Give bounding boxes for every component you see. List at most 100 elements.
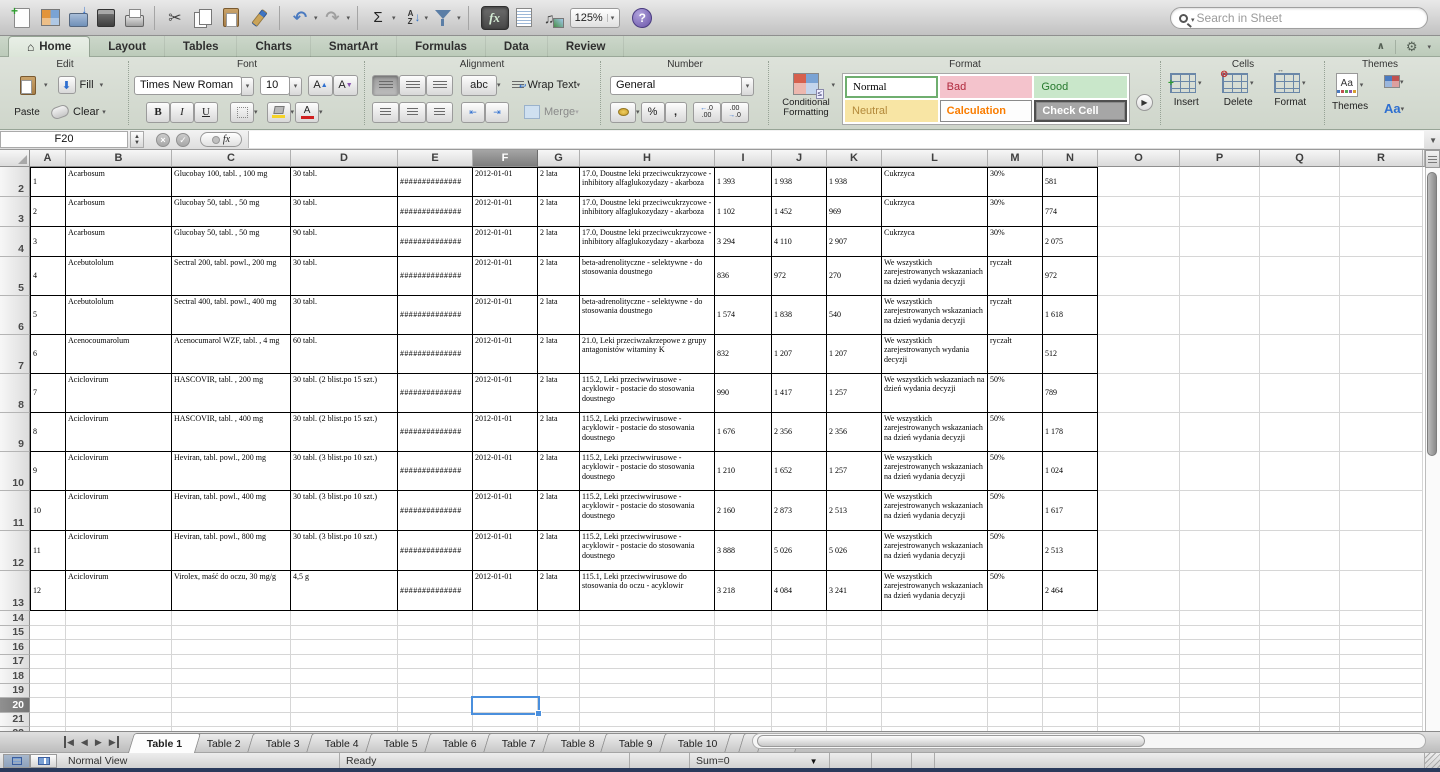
row-header-9[interactable]: 9: [0, 413, 30, 452]
cell-A12[interactable]: 11: [30, 531, 66, 571]
cell-M4[interactable]: 30%: [988, 227, 1043, 257]
cell-J9[interactable]: 2 356: [772, 413, 827, 452]
cell-I4[interactable]: 3 294: [715, 227, 772, 257]
filter-dropdown-icon[interactable]: ▾: [457, 14, 461, 22]
redo-icon[interactable]: [320, 5, 346, 31]
cell-C9[interactable]: HASCOVIR, tabl. , 400 mg: [172, 413, 291, 452]
column-header-G[interactable]: G: [538, 150, 580, 167]
cell-M5[interactable]: ryczałt: [988, 257, 1043, 296]
cell-J12[interactable]: 5 026: [772, 531, 827, 571]
cell-G6[interactable]: 2 lata: [538, 296, 580, 335]
cell-M13[interactable]: 50%: [988, 571, 1043, 611]
cell-G4[interactable]: 2 lata: [538, 227, 580, 257]
number-format-combo[interactable]: General▾: [610, 76, 742, 95]
cell-B7[interactable]: Acenocoumarolum: [66, 335, 172, 374]
cell-B4[interactable]: Acarbosum: [66, 227, 172, 257]
font-size-combo[interactable]: 10▾: [260, 76, 290, 95]
row-header-10[interactable]: 10: [0, 452, 30, 491]
cell-L6[interactable]: We wszystkich zarejestrowanych wskazania…: [882, 296, 988, 335]
cell-N4[interactable]: 2 075: [1043, 227, 1098, 257]
name-box-stepper[interactable]: ▲▼: [130, 131, 144, 148]
row-header-8[interactable]: 8: [0, 374, 30, 413]
cell-F10[interactable]: 2012-01-01: [473, 452, 538, 491]
orientation-dropdown-icon[interactable]: ▾: [497, 81, 501, 89]
cell-J13[interactable]: 4 084: [772, 571, 827, 611]
cell-C12[interactable]: Heviran, tabl. powl., 800 mg: [172, 531, 291, 571]
horizontal-scrollbar-thumb[interactable]: [757, 735, 1145, 747]
cell-D10[interactable]: 30 tabl. (3 blist.po 10 szt.): [291, 452, 398, 491]
ribbon-tab[interactable]: Layout: [90, 36, 165, 57]
cell-C8[interactable]: HASCOVIR, tabl. , 200 mg: [172, 374, 291, 413]
cell-F4[interactable]: 2012-01-01: [473, 227, 538, 257]
gear-dropdown-icon[interactable]: ▾: [1427, 43, 1431, 51]
ribbon-tab[interactable]: Formulas: [397, 36, 486, 57]
sum-dropdown-icon[interactable]: ▼: [810, 757, 818, 766]
cell-C10[interactable]: Heviran, tabl. powl., 200 mg: [172, 452, 291, 491]
cell-J5[interactable]: 972: [772, 257, 827, 296]
cell-style-swatch[interactable]: Bad: [940, 76, 1033, 98]
cell-G9[interactable]: 2 lata: [538, 413, 580, 452]
ribbon-tab[interactable]: SmartArt: [311, 36, 397, 57]
selected-cell-F20[interactable]: [471, 696, 540, 715]
formula-builder-icon[interactable]: [481, 6, 509, 30]
insert-function-button[interactable]: fx: [200, 132, 242, 147]
cell-E6[interactable]: ##############: [398, 296, 473, 335]
number-format-dropdown-icon[interactable]: ▾: [741, 77, 754, 96]
cell-L4[interactable]: Cukrzyca: [882, 227, 988, 257]
ribbon-tab[interactable]: Tables: [165, 36, 238, 57]
ribbon-tab[interactable]: ⌂ Home: [8, 36, 90, 57]
cell-style-swatch[interactable]: Calculation: [940, 100, 1033, 122]
align-bottom-button[interactable]: [426, 75, 453, 96]
cell-K12[interactable]: 5 026: [827, 531, 882, 571]
fill-icon[interactable]: ⬇: [58, 76, 76, 94]
normal-view-button[interactable]: [3, 754, 30, 768]
cell-F6[interactable]: 2012-01-01: [473, 296, 538, 335]
cell-A8[interactable]: 7: [30, 374, 66, 413]
grow-font-button[interactable]: A▲: [308, 75, 333, 96]
column-header-D[interactable]: D: [291, 150, 398, 167]
cell-I9[interactable]: 1 676: [715, 413, 772, 452]
cell-F13[interactable]: 2012-01-01: [473, 571, 538, 611]
cell-I3[interactable]: 1 102: [715, 197, 772, 227]
cell-I8[interactable]: 990: [715, 374, 772, 413]
cell-I13[interactable]: 3 218: [715, 571, 772, 611]
sum-indicator[interactable]: Sum=0▼: [690, 753, 830, 769]
cell-L11[interactable]: We wszystkich zarejestrowanych wskazania…: [882, 491, 988, 531]
cell-B12[interactable]: Aciclovirum: [66, 531, 172, 571]
cell-J7[interactable]: 1 207: [772, 335, 827, 374]
cell-F7[interactable]: 2012-01-01: [473, 335, 538, 374]
zoom-control[interactable]: 125% ▾: [570, 8, 621, 28]
cell-J11[interactable]: 2 873: [772, 491, 827, 531]
cell-A7[interactable]: 6: [30, 335, 66, 374]
cell-L2[interactable]: Cukrzyca: [882, 167, 988, 197]
column-header-J[interactable]: J: [772, 150, 827, 167]
gear-icon[interactable]: ⚙: [1406, 39, 1418, 55]
save-icon[interactable]: [93, 5, 119, 31]
cell-N3[interactable]: 774: [1043, 197, 1098, 227]
column-header-I[interactable]: I: [715, 150, 772, 167]
row-header-13[interactable]: 13: [0, 571, 30, 611]
cell-N9[interactable]: 1 178: [1043, 413, 1098, 452]
cell-H2[interactable]: 17.0, Doustne leki przeciwcukrzycowe - i…: [580, 167, 715, 197]
copy-icon[interactable]: [190, 5, 216, 31]
last-sheet-icon[interactable]: ▶: [109, 736, 119, 748]
row-header-5[interactable]: 5: [0, 257, 30, 296]
cell-L7[interactable]: We wszystkich zarejestrowanych wydania d…: [882, 335, 988, 374]
column-header-C[interactable]: C: [172, 150, 291, 167]
ribbon-tab[interactable]: Review: [548, 36, 625, 57]
decrease-decimal-button[interactable]: .00 →.0: [721, 102, 749, 123]
align-middle-button[interactable]: [399, 75, 426, 96]
delete-dropdown-icon[interactable]: ▾: [1250, 79, 1254, 87]
themes-button[interactable]: Aa ▾ Themes: [1332, 73, 1368, 112]
cell-H4[interactable]: 17.0, Doustne leki przeciwcukrzycowe - i…: [580, 227, 715, 257]
ribbon-tab[interactable]: Charts: [237, 36, 310, 57]
cell-K13[interactable]: 3 241: [827, 571, 882, 611]
workbook-gallery-icon[interactable]: [37, 5, 63, 31]
redo-dropdown-icon[interactable]: ▾: [347, 14, 351, 22]
cell-H12[interactable]: 115.2, Leki przeciwwirusowe - acyklowir …: [580, 531, 715, 571]
column-header-P[interactable]: P: [1180, 150, 1260, 167]
cell-I7[interactable]: 832: [715, 335, 772, 374]
cell-C2[interactable]: Glucobay 100, tabl. , 100 mg: [172, 167, 291, 197]
delete-cells-button[interactable]: ⊗▾ Delete: [1222, 73, 1255, 108]
cell-K5[interactable]: 270: [827, 257, 882, 296]
